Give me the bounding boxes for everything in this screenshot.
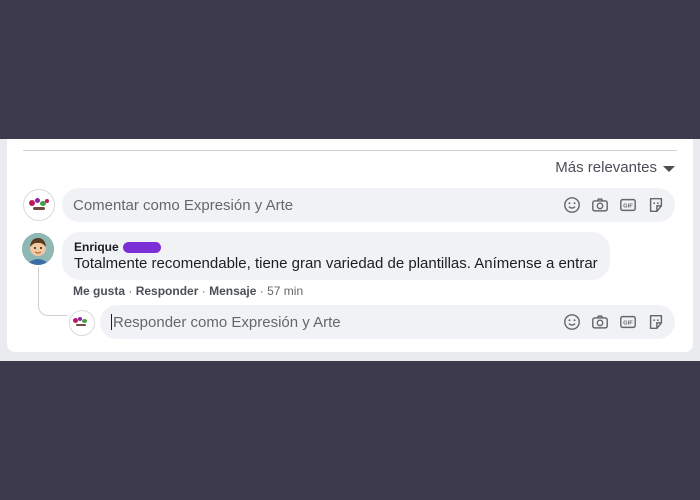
brand-logo [27, 197, 51, 214]
separator: · [201, 284, 206, 298]
sort-dropdown[interactable]: Más relevantes [555, 159, 675, 176]
gif-icon[interactable]: GIF [619, 313, 637, 331]
page-avatar[interactable] [23, 189, 55, 221]
comment-text: Totalmente recomendable, tiene gran vari… [74, 255, 598, 272]
comment-input[interactable]: Comentar como Expresión y Arte GIF [62, 188, 675, 222]
divider [23, 150, 677, 151]
reply-page-avatar[interactable] [69, 310, 95, 336]
camera-icon[interactable] [591, 196, 609, 214]
emoji-icon[interactable] [563, 313, 581, 331]
separator: · [259, 284, 264, 298]
redacted-name [122, 241, 161, 253]
comment-actions: Me gusta · Responder · Mensaje · 57 min [73, 284, 303, 298]
composer-icons: GIF [563, 196, 675, 214]
thread-connector [38, 267, 67, 316]
svg-text:GIF: GIF [623, 204, 633, 210]
emoji-icon[interactable] [563, 196, 581, 214]
reply-composer-icons: GIF [563, 313, 675, 331]
message-link[interactable]: Mensaje [209, 284, 256, 298]
commenter-avatar[interactable] [22, 233, 54, 265]
reply-link[interactable]: Responder [136, 284, 199, 298]
chevron-down-icon [663, 165, 675, 172]
sticker-icon[interactable] [647, 196, 665, 214]
gif-icon[interactable]: GIF [619, 196, 637, 214]
text-cursor [111, 313, 112, 330]
sort-label: Más relevantes [555, 159, 657, 176]
comment-author[interactable]: Enrique [74, 240, 119, 254]
reply-placeholder: Responder como Expresión y Arte [100, 313, 563, 331]
reply-input[interactable]: Responder como Expresión y Arte GIF [100, 305, 675, 339]
like-link[interactable]: Me gusta [73, 284, 125, 298]
comment-placeholder: Comentar como Expresión y Arte [73, 196, 294, 214]
comment-bubble: Enrique Totalmente recomendable, tiene g… [62, 232, 610, 280]
brand-logo [72, 316, 91, 329]
sticker-icon[interactable] [647, 313, 665, 331]
comment-timestamp[interactable]: 57 min [267, 284, 303, 298]
comments-panel: Más relevantes Comentar como Expresión y… [0, 139, 700, 361]
comments-card: Más relevantes Comentar como Expresión y… [7, 139, 693, 352]
reply-placeholder-text: Responder como Expresión y Arte [113, 313, 341, 331]
camera-icon[interactable] [591, 313, 609, 331]
svg-text:GIF: GIF [623, 321, 633, 327]
separator: · [128, 284, 133, 298]
